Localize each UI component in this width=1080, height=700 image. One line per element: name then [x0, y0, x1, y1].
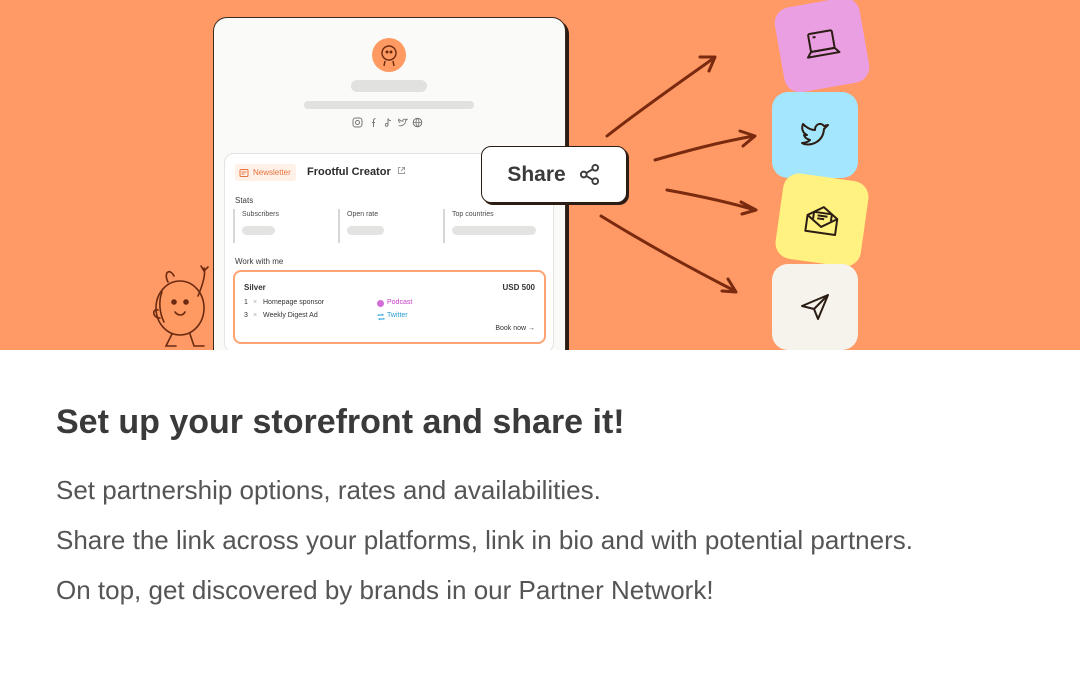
share-button[interactable]: Share: [481, 146, 627, 203]
description-line: Share the link across your platforms, li…: [56, 525, 913, 555]
offer-item-channel: Twitter: [387, 312, 408, 319]
globe-icon[interactable]: [412, 117, 423, 128]
work-with-me-label: Work with me: [235, 257, 284, 266]
offer-tier: Silver: [244, 283, 266, 292]
mascot-illustration: [152, 265, 209, 347]
page-title: Set up your storefront and share it!: [56, 403, 625, 441]
avatar: [372, 38, 406, 72]
newsletter-tag-label: Newsletter: [253, 168, 291, 177]
envelope-icon: [804, 206, 839, 236]
stat-subscribers: Subscribers: [233, 209, 325, 243]
podcast-icon: [377, 300, 384, 307]
tile-send[interactable]: [772, 264, 858, 350]
offer-item-sep: ×: [253, 299, 258, 306]
external-link-icon[interactable]: [397, 166, 406, 175]
offer-item-qty: 3: [244, 312, 248, 319]
tiktok-icon[interactable]: [382, 117, 393, 128]
offer-silver[interactable]: Silver USD 500 1 × Homepage sponsor Podc…: [233, 270, 546, 344]
creator-name: Frootful Creator: [307, 166, 391, 178]
share-label: Share: [507, 162, 566, 186]
offer-item-channel: Podcast: [387, 299, 413, 306]
twitter-icon: [801, 122, 829, 146]
stat-top-countries: Top countries: [443, 209, 545, 243]
tile-newsletter[interactable]: [773, 171, 871, 269]
offer-price: USD 500: [502, 283, 535, 292]
laptop-icon: [806, 29, 841, 59]
offer-item-sep: ×: [253, 312, 258, 319]
offer-item-qty: 1: [244, 299, 248, 306]
newsletter-tag: Newsletter: [235, 164, 296, 181]
hero-illustration: Newsletter Frootful Creator Stats Subscr…: [0, 0, 1080, 350]
description-line: Set partnership options, rates and avail…: [56, 475, 601, 505]
book-now-link[interactable]: Book now →: [495, 325, 535, 332]
social-links: [352, 117, 423, 128]
stat-label: Subscribers: [242, 211, 279, 218]
newsletter-icon: [239, 168, 249, 177]
name-placeholder: [351, 80, 427, 92]
tile-twitter[interactable]: [772, 92, 858, 178]
stats-label: Stats: [235, 196, 254, 205]
description-line: On top, get discovered by brands in our …: [56, 575, 714, 605]
stat-open-rate: Open rate: [338, 209, 430, 243]
bio-placeholder: [304, 101, 474, 109]
offer-item-name: Homepage sponsor: [263, 299, 325, 306]
offer-item-name: Weekly Digest Ad: [263, 312, 318, 319]
send-icon: [801, 294, 829, 320]
facebook-icon[interactable]: [367, 117, 378, 128]
stat-label: Open rate: [347, 211, 379, 218]
instagram-icon[interactable]: [352, 117, 363, 128]
twitter-icon[interactable]: [397, 117, 408, 128]
repost-icon: [377, 313, 385, 321]
share-icon: [579, 163, 599, 186]
stat-label: Top countries: [452, 211, 494, 218]
tile-laptop[interactable]: [772, 0, 872, 95]
